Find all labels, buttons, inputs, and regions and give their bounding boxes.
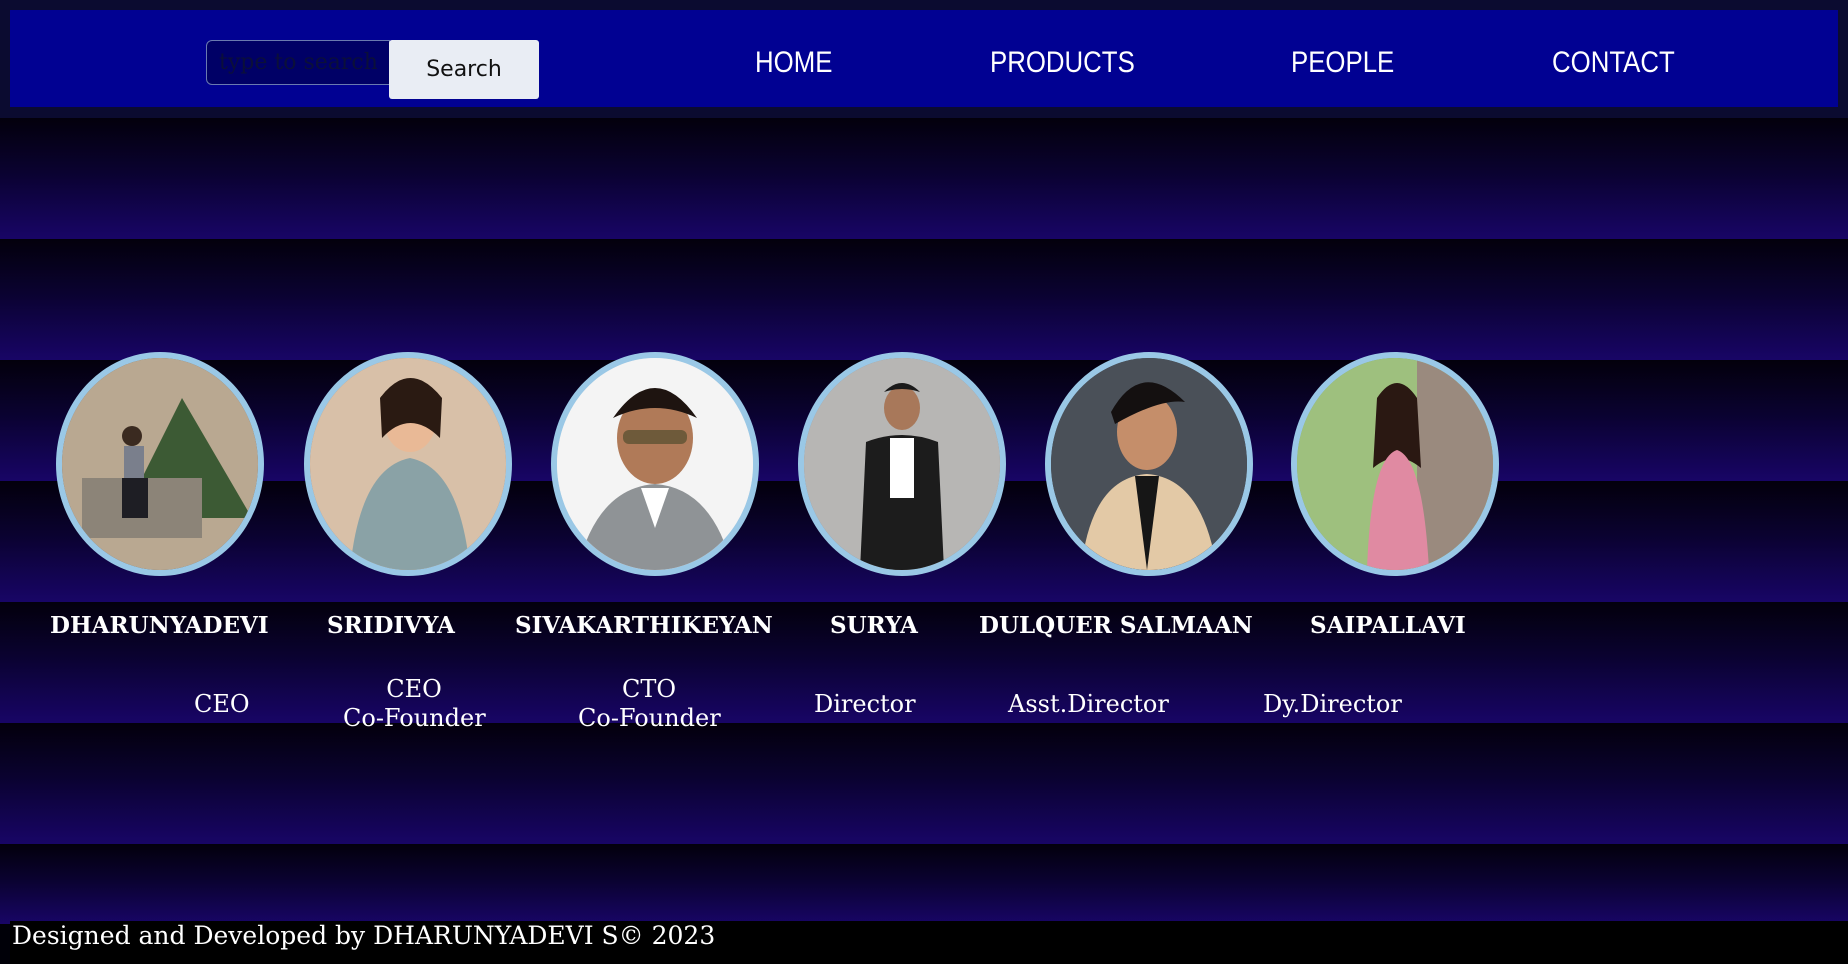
avatar-sridivya [304,352,512,576]
person-role-sivakarthikeyan: CTO Co-Founder [578,675,721,733]
navbar: Search HOME PRODUCTS PEOPLE CONTACT [10,10,1838,107]
site-header: Search HOME PRODUCTS PEOPLE CONTACT [0,0,1848,118]
avatar-dulquer-salmaan [1045,352,1253,576]
person-role-dharunyadevi: CEO [194,690,250,718]
portrait-photo-icon [62,358,258,570]
background-band [0,239,1848,360]
person-name-sridivya: SRIDIVYA [327,612,455,639]
person-role-line: Co-Founder [343,704,486,732]
person-name-saipallavi: SAIPALLAVI [1310,612,1466,639]
avatar-dharunyadevi [56,352,264,576]
portrait-photo-icon [1297,358,1493,570]
footer-copyright: Designed and Developed by DHARUNYADEVI S… [12,921,716,950]
background-band [0,602,1848,723]
person-name-dharunyadevi: DHARUNYADEVI [50,612,269,639]
person-name-dulquer-salmaan: DULQUER SALMAAN [979,612,1253,639]
nav-link-home[interactable]: HOME [755,46,832,86]
person-role-surya: Director [814,690,916,718]
person-role-dulquer-salmaan: Asst.Director [1008,690,1169,718]
nav-link-products[interactable]: PRODUCTS [990,46,1135,86]
nav-link-contact[interactable]: CONTACT [1552,46,1675,86]
person-role-line: CEO [386,675,442,703]
person-name-sivakarthikeyan: SIVAKARTHIKEYAN [515,612,773,639]
person-role-line: Co-Founder [578,704,721,732]
portrait-photo-icon [804,358,1000,570]
portrait-photo-icon [557,358,753,570]
search-input[interactable] [206,40,390,85]
person-role-sridivya: CEO Co-Founder [343,675,486,733]
nav-link-people[interactable]: PEOPLE [1291,46,1394,86]
avatar-sivakarthikeyan [551,352,759,576]
footer: Designed and Developed by DHARUNYADEVI S… [10,921,1848,964]
person-name-surya: SURYA [830,612,918,639]
search-button[interactable]: Search [389,40,539,99]
portrait-photo-icon [1051,358,1247,570]
avatar-surya [798,352,1006,576]
person-role-line: CTO [621,675,677,703]
background-band [0,844,1848,924]
avatar-saipallavi [1291,352,1499,576]
portrait-photo-icon [310,358,506,570]
background-band [0,118,1848,239]
person-role-saipallavi: Dy.Director [1263,690,1402,718]
background-band [0,723,1848,844]
